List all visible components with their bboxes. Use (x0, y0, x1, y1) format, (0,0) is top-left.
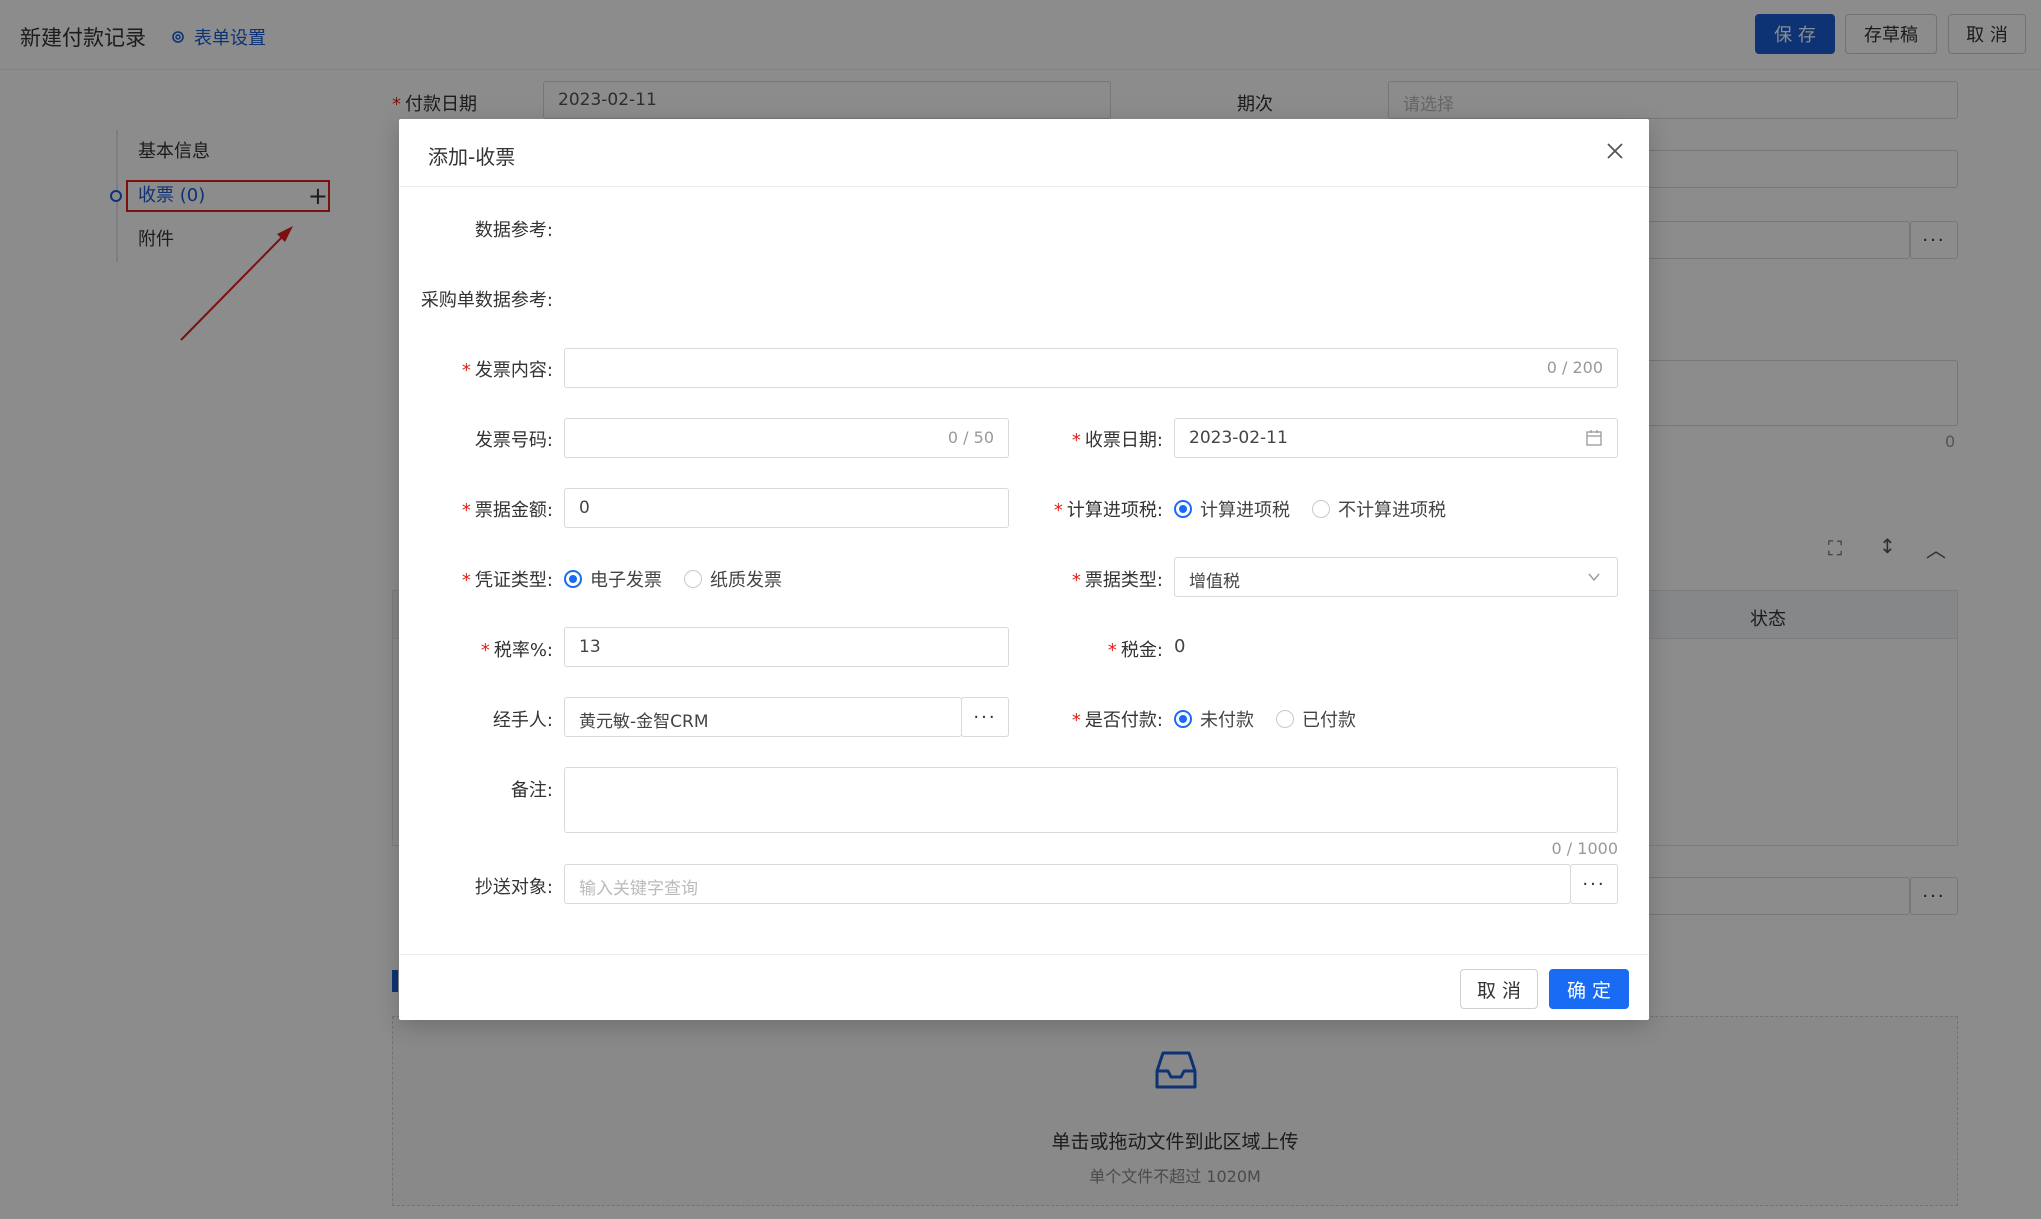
modal-footer: 取 消 确 定 (399, 954, 1649, 1020)
modal-title: 添加-收票 (428, 145, 516, 169)
receipt-date-label: * 收票日期: (1071, 430, 1163, 451)
input-tax-option-yes[interactable]: 计算进项税 (1174, 496, 1290, 522)
tax-amount-label: * 税金: (1107, 640, 1163, 661)
handler-picker-button[interactable]: ··· (961, 697, 1009, 737)
data-ref-label: 数据参考: (474, 220, 553, 241)
voucher-type-label: * 凭证类型: (461, 570, 553, 591)
add-receipt-modal: 添加-收票 数据参考: 采购单数据参考: * 发票内容: 0 / 200 发票号码… (399, 119, 1649, 1020)
paid-label: * 是否付款: (1071, 710, 1163, 731)
amount-input[interactable]: 0 (564, 488, 1009, 528)
remark-label: 备注: (510, 780, 553, 801)
close-icon[interactable] (1603, 139, 1627, 163)
invoice-content-input[interactable]: 0 / 200 (564, 348, 1618, 388)
paid-option-unpaid[interactable]: 未付款 (1174, 706, 1254, 732)
cc-input[interactable]: 输入关键字查询 (564, 864, 1571, 904)
modal-header: 添加-收票 (399, 119, 1649, 187)
calendar-icon (1586, 430, 1602, 446)
radio-checked-icon (564, 570, 582, 588)
confirm-button[interactable]: 确 定 (1549, 969, 1629, 1009)
handler-input[interactable]: 黄元敏-金智CRM (564, 697, 962, 737)
handler-label: 经手人: (492, 710, 553, 731)
amount-label: * 票据金额: (461, 500, 553, 521)
tax-rate-input[interactable]: 13 (564, 627, 1009, 667)
radio-unchecked-icon (684, 570, 702, 588)
invoice-content-label: * 发票内容: (461, 360, 553, 381)
po-ref-label: 采购单数据参考: (420, 290, 553, 311)
input-tax-label: * 计算进项税: (1053, 500, 1163, 521)
invoice-no-counter: 0 / 50 (947, 428, 994, 447)
invoice-content-counter: 0 / 200 (1546, 358, 1603, 377)
chevron-down-icon (1588, 573, 1600, 582)
invoice-no-input[interactable]: 0 / 50 (564, 418, 1009, 458)
bill-type-label: * 票据类型: (1071, 570, 1163, 591)
invoice-no-label: 发票号码: (474, 430, 553, 451)
cancel-button[interactable]: 取 消 (1460, 969, 1538, 1009)
radio-checked-icon (1174, 500, 1192, 518)
input-tax-radio-group: 计算进项税 不计算进项税 (1174, 496, 1468, 522)
radio-unchecked-icon (1312, 500, 1330, 518)
receipt-date-input[interactable]: 2023-02-11 (1174, 418, 1618, 458)
cc-picker-button[interactable]: ··· (1570, 864, 1618, 904)
radio-unchecked-icon (1276, 710, 1294, 728)
input-tax-option-no[interactable]: 不计算进项税 (1312, 496, 1446, 522)
paid-option-paid[interactable]: 已付款 (1276, 706, 1356, 732)
cc-label: 抄送对象: (474, 877, 553, 898)
voucher-type-radio-group: 电子发票 纸质发票 (564, 566, 804, 592)
paid-radio-group: 未付款 已付款 (1174, 706, 1378, 732)
remark-counter: 0 / 1000 (1551, 839, 1618, 858)
remark-textarea[interactable] (564, 767, 1618, 833)
tax-rate-label: * 税率%: (480, 640, 553, 661)
bill-type-select[interactable]: 增值税 (1174, 557, 1618, 597)
voucher-type-paper[interactable]: 纸质发票 (684, 566, 782, 592)
tax-amount-value: 0 (1174, 636, 1186, 657)
voucher-type-electronic[interactable]: 电子发票 (564, 566, 662, 592)
radio-checked-icon (1174, 710, 1192, 728)
